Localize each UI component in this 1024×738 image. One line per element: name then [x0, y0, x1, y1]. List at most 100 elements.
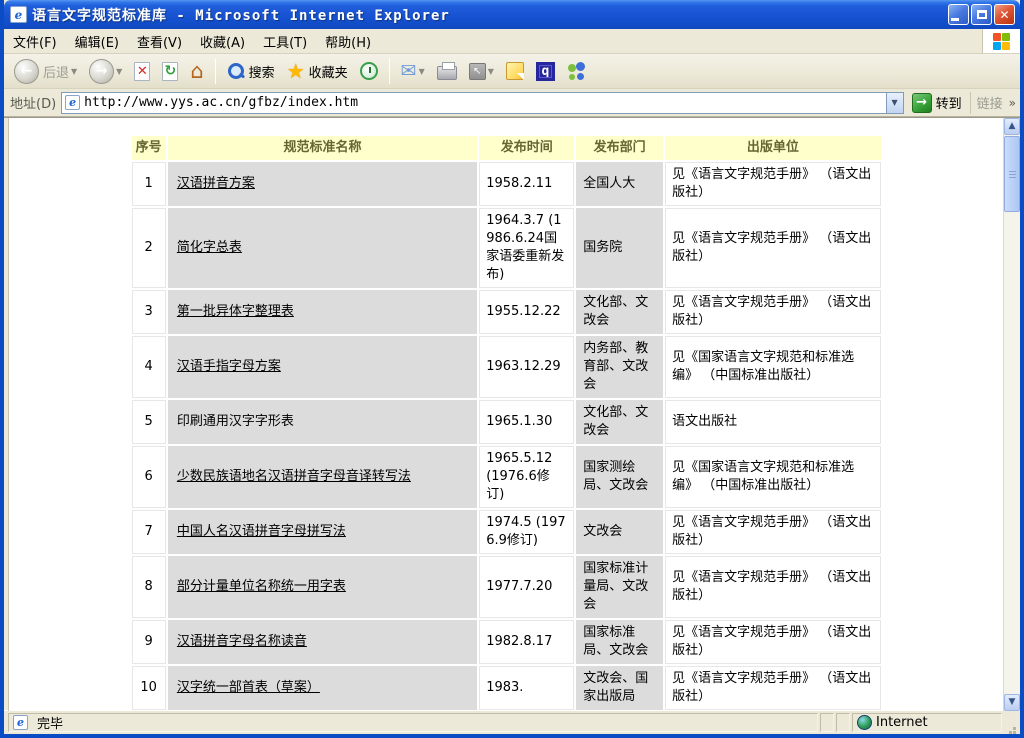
- forward-button[interactable]: → ▼: [85, 57, 126, 86]
- close-button[interactable]: ✕: [994, 4, 1015, 25]
- publisher-cell: 见《国家语言文字规范和标准选编》 （中国标准出版社）: [665, 446, 880, 508]
- publish-department-cell: 全国人大: [576, 162, 663, 206]
- mail-button[interactable]: ✉ ▼: [397, 60, 429, 82]
- menu-file[interactable]: 文件(F): [4, 29, 66, 53]
- scrollbar-thumb[interactable]: [1004, 136, 1020, 212]
- refresh-button[interactable]: ↻: [158, 60, 182, 83]
- star-icon: ★: [287, 62, 305, 80]
- publish-department-cell: 国务院: [576, 208, 663, 288]
- publisher-cell: 见《语言文字规范手册》 （语文出版社）: [665, 208, 880, 288]
- zone-text: Internet: [876, 715, 928, 730]
- window-title: 语言文字规范标准库 - Microsoft Internet Explorer: [32, 5, 948, 25]
- publisher-cell: 见《语言文字规范手册》 （语文出版社）: [665, 666, 880, 710]
- edit-dropdown-icon[interactable]: ▼: [488, 67, 494, 76]
- publish-department-cell: 文化部、文改会: [576, 400, 663, 444]
- ie-page-icon: e: [13, 715, 28, 730]
- address-url[interactable]: http://www.yys.ac.cn/gfbz/index.htm: [84, 95, 885, 110]
- chevron-right-icon[interactable]: »: [1009, 96, 1016, 110]
- standard-name-link[interactable]: 简化字总表: [177, 240, 242, 255]
- table-row: 9汉语拼音字母名称读音1982.8.17国家标准局、文改会见《语言文字规范手册》…: [132, 620, 881, 664]
- standard-name-link[interactable]: 汉语拼音方案: [177, 176, 255, 191]
- publish-date-cell: 1965.5.12 (1976.6修订): [479, 446, 574, 508]
- scrollbar-track[interactable]: [1004, 212, 1020, 694]
- stop-button[interactable]: ✕: [130, 60, 154, 83]
- back-button[interactable]: ← 后退 ▼: [10, 57, 81, 86]
- row-number-cell: 1: [132, 162, 166, 206]
- menu-tools[interactable]: 工具(T): [254, 29, 316, 53]
- address-dropdown-button[interactable]: ▼: [886, 93, 903, 113]
- go-label: 转到: [936, 93, 962, 112]
- history-button[interactable]: [356, 60, 382, 82]
- publish-date-cell: 1983.: [479, 666, 574, 710]
- standard-name-link[interactable]: 汉语手指字母方案: [177, 359, 281, 374]
- publish-department-cell: 内务部、教育部、文改会: [576, 336, 663, 398]
- standard-name-cell: 简化字总表: [168, 208, 477, 288]
- ie-page-icon: e: [65, 95, 80, 110]
- home-button[interactable]: ⌂: [186, 59, 207, 83]
- standard-name-cell: 少数民族语地名汉语拼音字母音译转写法: [168, 446, 477, 508]
- standard-name-link[interactable]: 中国人名汉语拼音字母拼写法: [177, 524, 346, 539]
- go-button[interactable]: → 转到: [909, 92, 965, 114]
- maximize-button[interactable]: [971, 4, 992, 25]
- menu-favorites[interactable]: 收藏(A): [191, 29, 254, 53]
- table-header-cell: 出版单位: [665, 136, 880, 160]
- standard-name-link[interactable]: 部分计量单位名称统一用字表: [177, 579, 346, 594]
- publish-date-cell: 1977.7.20: [479, 556, 574, 618]
- menu-view[interactable]: 查看(V): [128, 29, 191, 53]
- status-bar: e 完毕 Internet: [4, 710, 1020, 734]
- messenger-button[interactable]: [563, 60, 591, 83]
- search-button[interactable]: 搜索: [223, 60, 279, 83]
- standard-name-link[interactable]: 第一批异体字整理表: [177, 304, 294, 319]
- minimize-button[interactable]: [948, 4, 969, 25]
- scroll-up-button[interactable]: ▲: [1004, 118, 1020, 135]
- table-row: 1 汉语拼音方案 1958.2.11全国人大见《语言文字规范手册》 （语文出版社）: [132, 162, 881, 206]
- publisher-cell: 见《语言文字规范手册》 （语文出版社）: [665, 510, 880, 554]
- standard-name-link[interactable]: 少数民族语地名汉语拼音字母音译转写法: [177, 469, 411, 484]
- scroll-down-button[interactable]: ▼: [1004, 694, 1020, 711]
- back-dropdown-icon[interactable]: ▼: [71, 67, 77, 76]
- resize-grip[interactable]: [1004, 713, 1018, 732]
- refresh-icon: ↻: [162, 62, 178, 81]
- publish-date-cell: 1974.5 (1976.9修订): [479, 510, 574, 554]
- address-bar: 地址(D) e http://www.yys.ac.cn/gfbz/index.…: [4, 89, 1020, 117]
- toolbar-separator: [389, 58, 390, 84]
- status-pane: [820, 713, 834, 732]
- standard-name-link[interactable]: 汉语拼音字母名称读音: [177, 634, 307, 649]
- ie-page-icon: e: [10, 6, 27, 23]
- menu-edit[interactable]: 编辑(E): [66, 29, 128, 53]
- note-icon: [506, 62, 524, 80]
- address-input[interactable]: e http://www.yys.ac.cn/gfbz/index.htm ▼: [61, 92, 903, 114]
- go-arrow-icon: →: [912, 93, 932, 113]
- table-row: 7中国人名汉语拼音字母拼写法1974.5 (1976.9修订)文改会见《语言文字…: [132, 510, 881, 554]
- standard-name-cell: 中国人名汉语拼音字母拼写法: [168, 510, 477, 554]
- standard-name-cell: 第一批异体字整理表: [168, 290, 477, 334]
- publisher-cell: 见《语言文字规范手册》 （语文出版社）: [665, 162, 880, 206]
- print-button[interactable]: [433, 60, 461, 82]
- standard-buttons-toolbar: ← 后退 ▼ → ▼ ✕ ↻ ⌂ 搜索 ★ 收藏夹 ✉ ▼ ↖ ▼: [4, 54, 1020, 89]
- vertical-scrollbar[interactable]: ▲ ▼: [1003, 118, 1020, 711]
- table-header-cell: 序号: [132, 136, 166, 160]
- discuss-button[interactable]: [502, 60, 528, 82]
- mail-icon: ✉: [401, 62, 417, 80]
- windows-logo-throbber: [982, 29, 1020, 53]
- title-bar: e 语言文字规范标准库 - Microsoft Internet Explore…: [4, 0, 1020, 29]
- menu-help[interactable]: 帮助(H): [316, 29, 380, 53]
- standard-name-cell: 汉语拼音字母名称读音: [168, 620, 477, 664]
- links-label[interactable]: 链接: [977, 93, 1003, 112]
- row-number-cell: 10: [132, 666, 166, 710]
- favorites-button[interactable]: ★ 收藏夹: [283, 60, 352, 83]
- internet-globe-icon: [857, 715, 872, 730]
- publish-date-cell: 1958.2.11: [479, 162, 574, 206]
- table-header-cell: 发布部门: [576, 136, 663, 160]
- edit-button[interactable]: ↖ ▼: [465, 61, 498, 82]
- standard-name-link[interactable]: 汉字统一部首表（草案）: [177, 680, 320, 695]
- table-header-cell: 规范标准名称: [168, 136, 477, 160]
- standards-table-body: 1汉语拼音方案1958.2.11全国人大见《语言文字规范手册》 （语文出版社）2…: [132, 162, 881, 711]
- publisher-cell: 语文出版社: [665, 400, 880, 444]
- publish-department-cell: 文改会: [576, 510, 663, 554]
- status-pane: e 完毕: [8, 713, 818, 732]
- q-logo-button[interactable]: q: [532, 60, 559, 83]
- forward-dropdown-icon[interactable]: ▼: [116, 67, 122, 76]
- search-label: 搜索: [249, 62, 275, 81]
- mail-dropdown-icon[interactable]: ▼: [419, 67, 425, 76]
